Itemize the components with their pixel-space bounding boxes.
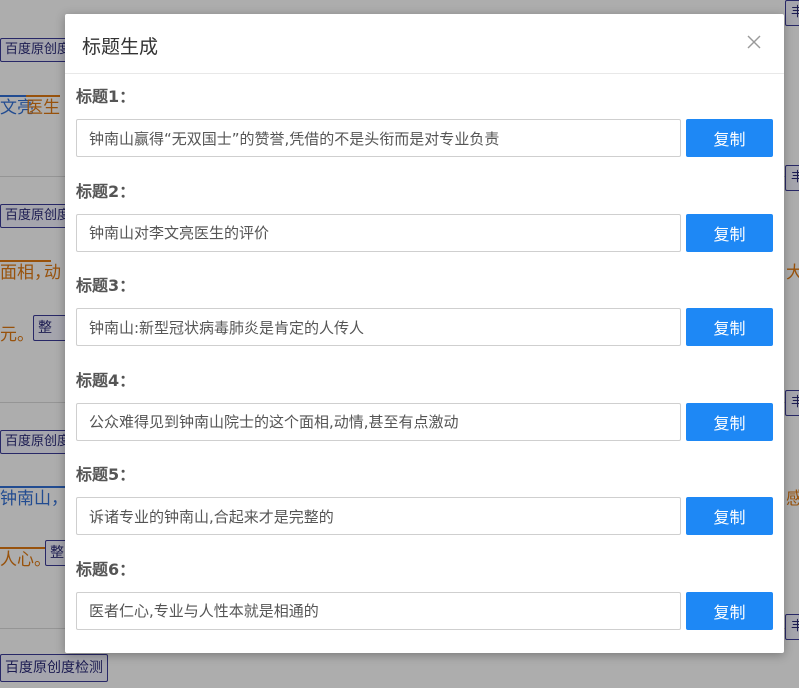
- copy-button[interactable]: 复制: [686, 591, 773, 630]
- title-row: 复制: [76, 213, 773, 253]
- title-row: 复制: [76, 402, 773, 442]
- title-input[interactable]: [76, 497, 681, 536]
- title-input[interactable]: [76, 402, 681, 441]
- title-row: 复制: [76, 591, 773, 631]
- title-label: 标题1：: [76, 87, 136, 106]
- title-item: 标题1： 复制: [76, 88, 773, 183]
- title-input[interactable]: [76, 308, 681, 347]
- title-row: 复制: [76, 118, 773, 158]
- title-input[interactable]: [76, 213, 681, 252]
- dialog-title: 标题生成: [82, 36, 159, 58]
- title-label: 标题3：: [76, 276, 136, 296]
- dialog-header: 标题生成: [65, 14, 784, 74]
- dialog-body: 标题1： 复制 标题2： 复制 标题3： 复制 标题4： 复制: [65, 74, 784, 653]
- title-label: 标题6：: [76, 559, 136, 579]
- title-item: 标题5： 复制: [76, 466, 773, 561]
- copy-button[interactable]: 复制: [686, 402, 773, 441]
- title-item: 标题3： 复制: [76, 277, 773, 372]
- close-icon: [747, 35, 761, 49]
- title-item: 标题2： 复制: [76, 181, 773, 278]
- title-item: 标题6： 复制: [76, 559, 773, 653]
- copy-button[interactable]: 复制: [686, 497, 773, 536]
- title-item: 标题4： 复制: [76, 370, 773, 467]
- title-input[interactable]: [76, 591, 681, 630]
- title-input[interactable]: [76, 119, 681, 157]
- close-button[interactable]: [744, 32, 764, 52]
- title-label: 标题5：: [76, 465, 136, 485]
- title-label: 标题2：: [76, 181, 136, 201]
- title-generation-dialog: 标题生成 标题1： 复制 标题2： 复制 标题3：: [65, 14, 784, 653]
- title-row: 复制: [76, 496, 773, 536]
- copy-button[interactable]: 复制: [686, 308, 773, 347]
- copy-button[interactable]: 复制: [686, 119, 773, 157]
- title-label: 标题4：: [76, 370, 136, 390]
- copy-button[interactable]: 复制: [686, 213, 773, 252]
- title-row: 复制: [76, 307, 773, 347]
